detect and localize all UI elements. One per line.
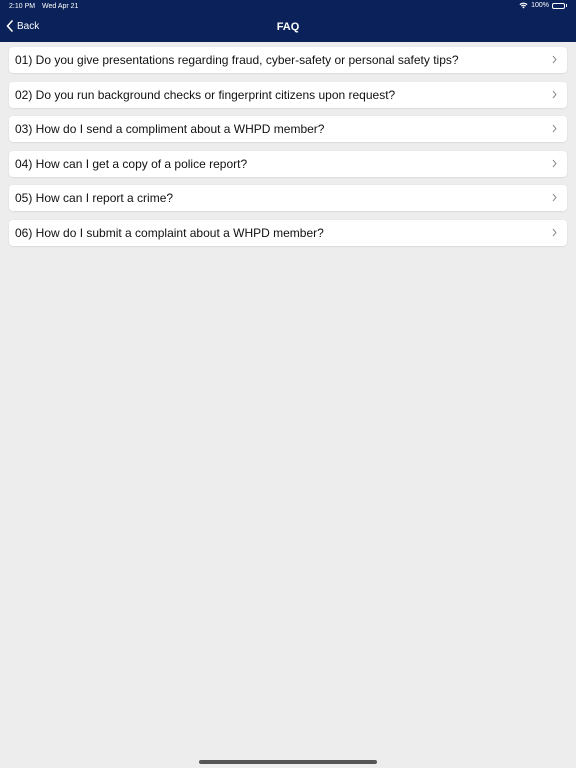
chevron-right-icon: [552, 228, 557, 237]
faq-item-label: 01) Do you give presentations regarding …: [15, 53, 459, 67]
faq-item-03[interactable]: 03) How do I send a compliment about a W…: [9, 116, 567, 142]
page-title: FAQ: [276, 21, 300, 33]
chevron-right-icon: [552, 159, 557, 168]
status-time: 2:10 PM: [9, 3, 36, 10]
status-indicators: 100%: [519, 2, 567, 9]
back-label: Back: [17, 20, 40, 32]
battery-icon: [552, 2, 567, 9]
chevron-right-icon: [552, 90, 557, 99]
battery-percent: 100%: [531, 2, 549, 9]
faq-screen: 2:10 PM Wed Apr 21 100% Back FAQ 01) Do …: [0, 0, 576, 768]
chevron-right-icon: [552, 124, 557, 133]
chevron-right-icon: [552, 193, 557, 202]
faq-item-06[interactable]: 06) How do I submit a complaint about a …: [9, 219, 567, 246]
status-bar: 2:10 PM Wed Apr 21 100%: [0, 0, 576, 14]
faq-item-04[interactable]: 04) How can I get a copy of a police rep…: [9, 150, 567, 177]
faq-item-label: 06) How do I submit a complaint about a …: [15, 225, 324, 240]
back-button[interactable]: Back: [6, 20, 39, 32]
faq-list: 01) Do you give presentations regarding …: [9, 47, 567, 254]
status-date: Wed Apr 21: [42, 3, 79, 10]
chevron-right-icon: [552, 55, 557, 64]
faq-item-02[interactable]: 02) Do you run background checks or fing…: [9, 81, 567, 108]
chevron-left-icon: [6, 20, 13, 32]
faq-item-label: 04) How can I get a copy of a police rep…: [15, 156, 248, 171]
faq-item-label: 05) How can I report a crime?: [15, 191, 174, 205]
navigation-bar: 2:10 PM Wed Apr 21 100% Back FAQ: [0, 0, 576, 42]
wifi-icon: [519, 2, 528, 9]
home-indicator[interactable]: [199, 760, 377, 764]
faq-item-label: 03) How do I send a compliment about a W…: [15, 122, 325, 136]
faq-item-01[interactable]: 01) Do you give presentations regarding …: [9, 47, 567, 73]
faq-item-label: 02) Do you run background checks or fing…: [15, 87, 396, 102]
faq-item-05[interactable]: 05) How can I report a crime?: [9, 185, 567, 211]
